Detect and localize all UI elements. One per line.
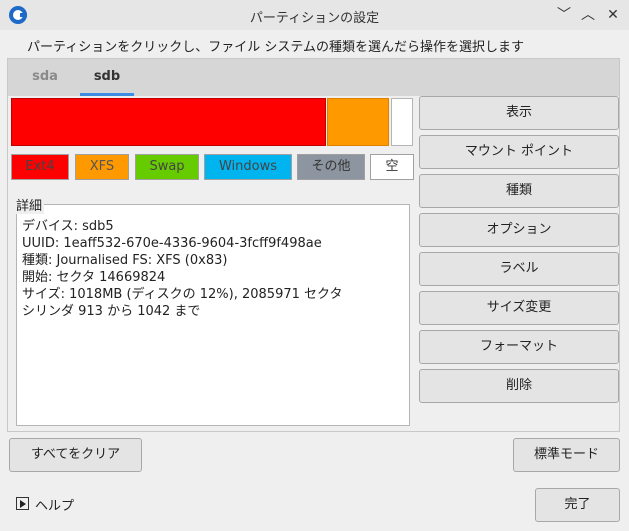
instruction-text: パーティションをクリックし、ファイル システムの種類を選んだら操作を選択します — [27, 40, 524, 55]
disk-tab-bar: sda sdb — [8, 59, 619, 96]
legend-other: その他 — [297, 154, 365, 180]
close-icon[interactable]: ✕ — [602, 4, 624, 26]
resize-button[interactable]: サイズ変更 — [419, 291, 619, 325]
label-button[interactable]: ラベル — [419, 252, 619, 286]
detail-type: 種類: Journalised FS: XFS (0x83) — [22, 253, 228, 268]
format-button[interactable]: フォーマット — [419, 330, 619, 364]
tab-sdb[interactable]: sdb — [80, 59, 134, 96]
legend-empty: 空 — [370, 154, 414, 180]
partition-segment-ext4[interactable] — [11, 98, 326, 146]
partition-segment-free[interactable] — [391, 98, 413, 146]
detail-start: 開始: セクタ 14669824 — [22, 270, 166, 285]
legend-ext4: Ext4 — [11, 154, 69, 180]
detail-uuid: UUID: 1eaff532-670e-4336-9604-3fcff9f498… — [22, 236, 322, 251]
details-box: デバイス: sdb5 UUID: 1eaff532-670e-4336-9604… — [16, 204, 410, 426]
partition-segment-xfs[interactable] — [327, 98, 389, 146]
mount-point-button[interactable]: マウント ポイント — [419, 135, 619, 169]
partition-settings-window: パーティションの設定 ﹀ ︿ ✕ パーティションをクリックし、ファイル システム… — [0, 0, 629, 531]
maximize-icon[interactable]: ︿ — [577, 4, 599, 26]
window-title: パーティションの設定 — [249, 11, 380, 26]
delete-button[interactable]: 削除 — [419, 369, 619, 403]
clear-all-button[interactable]: すべてをクリア — [9, 438, 142, 472]
help-label: ヘルプ — [35, 499, 75, 514]
view-button[interactable]: 表示 — [419, 96, 619, 130]
detail-cylinders: シリンダ 913 から 1042 まで — [22, 304, 201, 319]
detail-device: デバイス: sdb5 — [22, 219, 114, 234]
mode-toggle-button[interactable]: 標準モード — [513, 438, 620, 472]
tab-sda[interactable]: sda — [20, 59, 70, 96]
disk-panel: sda sdb Ext4 XFS Swap Windows その他 空 デバイス… — [7, 58, 620, 432]
detail-size: サイズ: 1018MB (ディスクの 12%), 2085971 セクタ — [22, 287, 343, 302]
legend-xfs: XFS — [75, 154, 129, 180]
title-bar: パーティションの設定 ﹀ ︿ ✕ — [0, 0, 629, 30]
legend-windows: Windows — [204, 154, 292, 180]
type-button[interactable]: 種類 — [419, 174, 619, 208]
legend-swap: Swap — [135, 154, 199, 180]
minimize-icon[interactable]: ﹀ — [553, 4, 575, 26]
options-button[interactable]: オプション — [419, 213, 619, 247]
expand-arrow-icon — [16, 497, 29, 510]
done-button[interactable]: 完了 — [535, 488, 620, 522]
details-heading: 詳細 — [16, 195, 45, 214]
